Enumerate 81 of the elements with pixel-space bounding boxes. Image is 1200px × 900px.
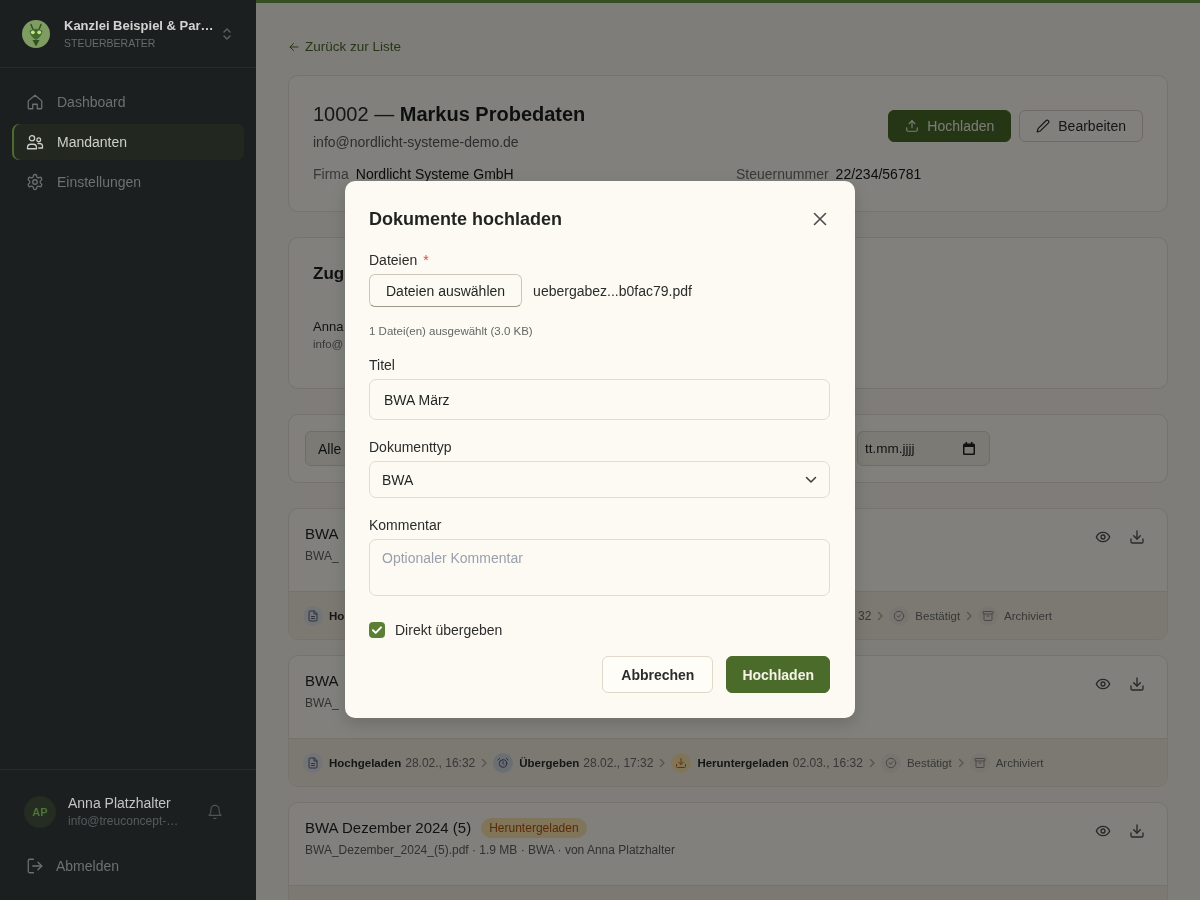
bell-icon[interactable] — [207, 804, 223, 820]
download-icon[interactable] — [1129, 676, 1145, 692]
document-title: BWA Dezember 2024 (5) — [305, 818, 472, 838]
field-label: Kommentar — [369, 516, 442, 534]
chevron-down-icon — [805, 475, 817, 484]
field-label: Titel — [369, 356, 395, 374]
logout-icon — [26, 857, 44, 875]
eye-icon[interactable] — [1095, 676, 1111, 692]
chevron-right-icon — [876, 610, 885, 621]
field-label: Steuernummer — [736, 166, 829, 182]
back-link[interactable]: Zurück zur Liste — [288, 39, 402, 55]
chevron-right-icon — [965, 610, 974, 621]
step-label: Archiviert — [1004, 609, 1053, 622]
step-date: 28.02., 17:32 — [583, 755, 654, 770]
user-avatar: AP — [24, 796, 56, 828]
step-label: Heruntergeladen — [697, 756, 789, 769]
document-meta: BWA_ — [305, 695, 339, 711]
checkbox-label[interactable]: Direkt übergeben — [395, 622, 503, 638]
step-label: Archiviert — [995, 756, 1044, 769]
file-selection-info: 1 Datei(en) ausgewählt (3.0 KB) — [369, 324, 533, 338]
eye-icon[interactable] — [1095, 529, 1111, 545]
step-label: Ho — [329, 609, 345, 622]
pencil-icon — [1036, 119, 1051, 133]
step-date: 28.02., 16:32 — [405, 755, 476, 770]
chevron-right-icon — [956, 757, 965, 768]
cancel-button[interactable]: Abbrechen — [602, 656, 714, 693]
user-email: info@treuconcept-… — [68, 814, 179, 829]
download-icon[interactable] — [1129, 529, 1145, 545]
choose-files-button[interactable]: Dateien auswählen — [369, 274, 523, 307]
chevron-right-icon — [658, 757, 667, 768]
chevron-up-down-icon[interactable] — [222, 26, 232, 41]
arrow-left-icon — [288, 41, 300, 53]
upload-button[interactable]: Hochladen — [888, 110, 1012, 142]
org-name: Kanzlei Beispiel & Par… — [64, 17, 214, 34]
step-label: Bestätigt — [915, 609, 961, 622]
eye-icon[interactable] — [1095, 823, 1111, 839]
checkbox[interactable] — [369, 622, 385, 638]
field-label: Dateien — [369, 251, 418, 269]
edit-button[interactable]: Bearbeiten — [1019, 110, 1143, 142]
document-title: BWA — [305, 524, 339, 544]
selected-file-name: uebergabez...b0fac79.pdf — [533, 282, 692, 299]
home-icon — [26, 93, 44, 111]
contact-email: info@ — [313, 337, 344, 351]
users-icon — [26, 133, 44, 151]
document-meta: BWA_ — [305, 548, 339, 564]
step-date: 32 — [858, 608, 872, 623]
upload-icon — [905, 119, 920, 133]
nav-item[interactable]: Einstellungen — [12, 164, 244, 200]
step-label: Hochgeladen — [329, 756, 402, 769]
step-label: Bestätigt — [906, 756, 952, 769]
step-date: 02.03., 16:32 — [792, 755, 863, 770]
calendar-icon[interactable] — [963, 442, 975, 455]
document-title: BWA — [305, 671, 339, 691]
field-label: Firma — [313, 166, 349, 182]
client-heading: 10002 — Markus Probedaten — [313, 102, 586, 127]
title-input[interactable]: BWA März — [369, 379, 830, 420]
gear-icon — [26, 173, 44, 191]
submit-upload-button[interactable]: Hochladen — [726, 656, 830, 693]
nav-item[interactable]: Dashboard — [12, 84, 244, 120]
org-role: STEUERBERATER — [64, 36, 156, 50]
field-value: 22/234/56781 — [835, 166, 922, 182]
status-badge: Heruntergeladen — [481, 818, 587, 838]
document-meta: BWA_Dezember_2024_(5).pdf · 1.9 MB · BWA · von Anna Platzhalter — [305, 842, 675, 858]
date-field[interactable]: tt.mm.jjjj — [857, 431, 990, 466]
required-mark: * — [423, 251, 429, 269]
close-icon[interactable] — [813, 212, 827, 226]
document-type-select[interactable]: BWA — [369, 461, 830, 498]
download-icon[interactable] — [1129, 823, 1145, 839]
dialog-title: Dokumente hochladen — [369, 208, 563, 231]
card-title: Zug — [313, 263, 345, 285]
chevron-right-icon — [480, 757, 489, 768]
comment-field[interactable]: Optionaler Kommentar — [369, 539, 830, 596]
logout-link[interactable]: Abmelden — [0, 848, 256, 884]
insect-logo-icon — [22, 19, 50, 48]
step-label: Übergeben — [519, 756, 580, 769]
chevron-right-icon — [867, 757, 876, 768]
nav-item[interactable]: Mandanten — [12, 124, 244, 160]
client-email: info@nordlicht-systeme-demo.de — [313, 133, 519, 151]
user-name: Anna Platzhalter — [68, 795, 171, 812]
field-label: Dokumenttyp — [369, 438, 452, 456]
contact-name: Anna — [313, 318, 344, 335]
